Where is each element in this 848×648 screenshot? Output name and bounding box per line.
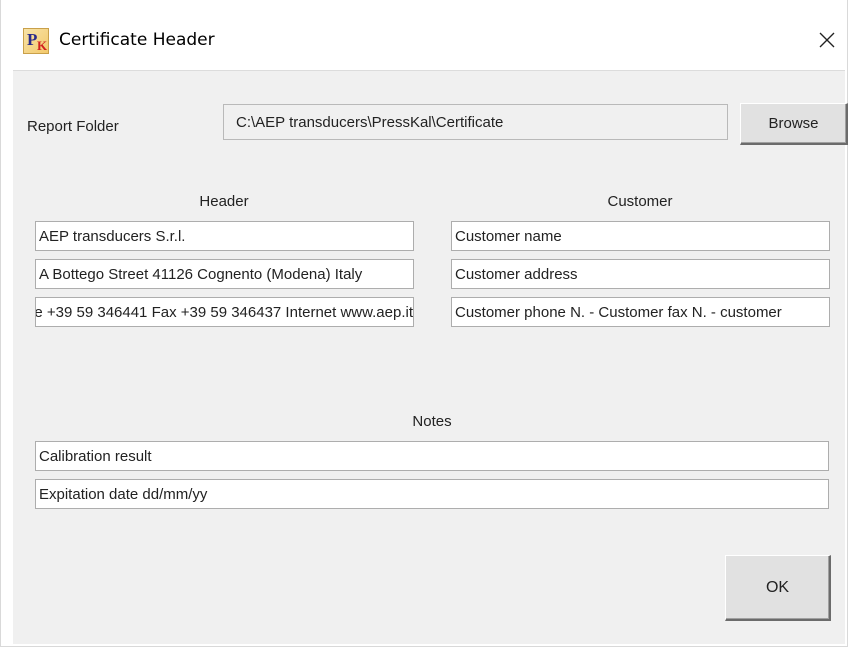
close-button[interactable] [807,20,847,60]
pk-app-icon: PK [23,28,49,54]
header-line-3-field[interactable]: Phone +39 59 346441 Fax +39 59 346437 In… [35,297,414,327]
notes-section-title: Notes [412,413,452,430]
header-line-1-field[interactable]: AEP transducers S.r.l. [35,221,414,251]
customer-section-title: Customer [607,193,673,210]
certificate-header-dialog: PK Certificate Header Report Folder C:\A… [0,0,848,647]
dialog-body: Report Folder C:\AEP transducers\PressKa… [13,70,848,644]
window-title: Certificate Header [59,30,215,50]
title-bar[interactable]: PK Certificate Header [1,0,847,70]
report-folder-label: Report Folder [27,118,119,135]
browse-button[interactable]: Browse [740,103,848,145]
notes-line-2-field[interactable]: Expitation date dd/mm/yy [35,479,829,509]
close-icon [819,32,835,48]
ok-button[interactable]: OK [725,555,831,621]
customer-contact-field[interactable]: Customer phone N. - Customer fax N. - cu… [451,297,830,327]
header-line-2-field[interactable]: A Bottego Street 41126 Cognento (Modena)… [35,259,414,289]
report-folder-path: C:\AEP transducers\PressKal\Certificate [223,104,728,140]
customer-address-field[interactable]: Customer address [451,259,830,289]
notes-line-1-field[interactable]: Calibration result [35,441,829,471]
header-section-title: Header [199,193,249,210]
customer-name-field[interactable]: Customer name [451,221,830,251]
